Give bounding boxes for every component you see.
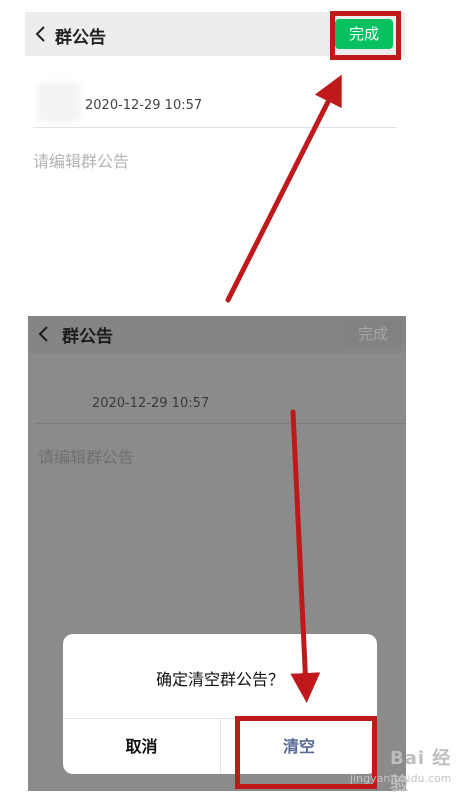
back-icon[interactable] [34,324,54,344]
cancel-button[interactable]: 取消 [63,719,220,774]
dialog-message: 确定清空群公告？ [155,670,284,689]
done-highlight-box [330,11,401,60]
back-icon[interactable] [31,24,51,44]
done-button-dimmed[interactable]: 完成 [344,320,402,348]
watermark-text: Bai 经验 [390,748,452,795]
page-title: 群公告 [62,327,113,347]
watermark: Bai 经验 jingyan.baidu.com [350,740,468,795]
divider [36,423,406,424]
divider [33,127,397,128]
notice-input[interactable]: 请编辑群公告 [33,148,129,172]
timestamp: 2020-12-29 10:57 [85,98,203,113]
blurred-avatar [37,82,81,122]
watermark-url: jingyan.baidu.com [350,772,452,785]
page-title: 群公告 [55,28,106,48]
nav-bar-dimmed: 群公告 完成 [28,316,406,353]
notice-input[interactable]: 请编辑群公告 [38,444,134,468]
timestamp: 2020-12-29 10:57 [92,396,210,411]
